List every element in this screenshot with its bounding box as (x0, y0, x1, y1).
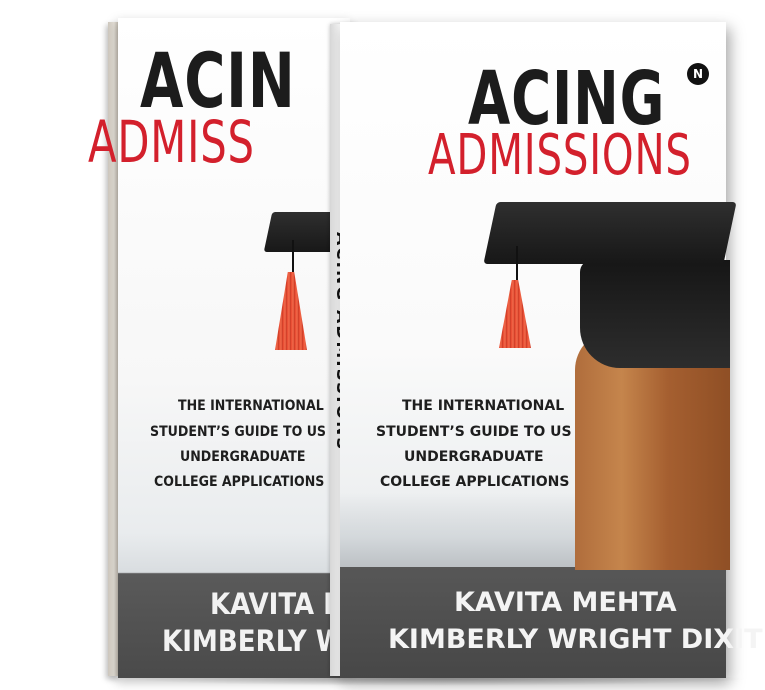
back-tassel-cord (292, 240, 294, 276)
book-mockup-scene: ACIN ADMISS THE INTERNATIONAL STUDENT’S … (0, 0, 765, 690)
front-subtitle-line: STUDENT’S GUIDE TO US (376, 424, 572, 440)
back-subtitle-line: THE INTERNATIONAL (178, 398, 324, 414)
back-subtitle-line: UNDERGRADUATE (180, 449, 306, 465)
publisher-logo-icon: N (687, 63, 709, 85)
front-author-line: KIMBERLY WRIGHT DIXIT (388, 624, 763, 655)
back-subtitle-line: COLLEGE APPLICATIONS (154, 474, 325, 490)
back-book-title-line2: ADMISS (88, 108, 255, 176)
graduation-cap-icon (483, 202, 737, 264)
back-subtitle-line: STUDENT’S GUIDE TO US (150, 424, 326, 440)
author-band (340, 567, 726, 678)
front-book-title-line2: ADMISSIONS (428, 123, 692, 188)
graduation-cap-crown (580, 260, 730, 368)
front-subtitle-line: THE INTERNATIONAL (402, 398, 565, 414)
front-author-line: KAVITA MEHTA (454, 587, 677, 618)
tassel-cord (516, 246, 518, 282)
back-author-line: KAVITA M (210, 587, 350, 621)
front-subtitle-line: UNDERGRADUATE (404, 449, 544, 465)
front-subtitle-line: COLLEGE APPLICATIONS (380, 474, 570, 490)
